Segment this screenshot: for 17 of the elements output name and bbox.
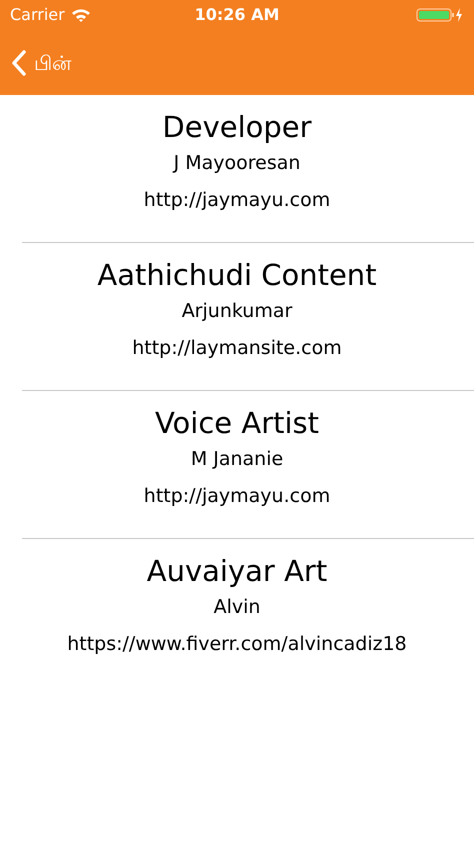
credit-name: Arjunkumar [182,299,292,324]
credit-role: Aathichudi Content [97,257,377,293]
carrier-label: Carrier [10,4,65,26]
status-time: 10:26 AM [194,4,280,26]
credit-role: Voice Artist [154,405,320,441]
wifi-icon [70,8,91,22]
credit-role: Developer [162,109,312,145]
credit-role: Auvaiyar Art [146,553,328,589]
credit-name: Alvin [214,595,260,620]
credit-name: M Jananie [190,447,284,472]
credit-url[interactable]: https://www.fiverr.com/alvincadiz18 [67,625,407,663]
credit-url[interactable]: http://jaymayu.com [144,181,330,219]
credit-name: J Mayooresan [174,151,300,176]
battery-icon [416,7,464,23]
credit-url[interactable]: http://jaymayu.com [144,477,330,515]
chevron-left-icon [12,50,26,76]
credit-url[interactable]: http://laymansite.com [132,329,342,367]
